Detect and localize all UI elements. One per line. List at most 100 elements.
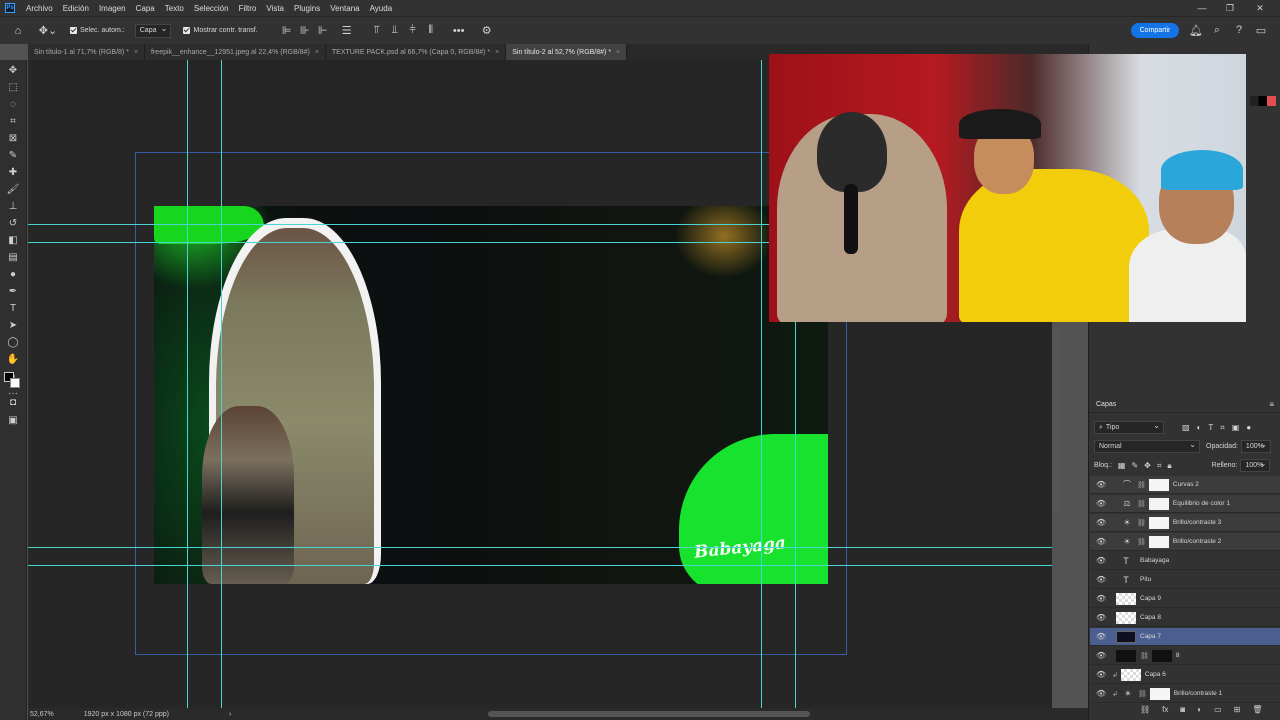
distribute-v-icon[interactable]: ⦀ — [422, 24, 440, 37]
eye-icon[interactable]: 👁︎ — [1096, 537, 1110, 546]
layer-row[interactable]: 👁︎ T Babayaga — [1090, 552, 1280, 570]
background-color-swatch[interactable] — [10, 378, 20, 388]
menu-archivo[interactable]: Archivo — [21, 4, 58, 13]
type-tool-icon[interactable]: T — [5, 301, 21, 315]
layer-row[interactable]: 👁︎ ⚖ ⛓︎ Equilibrio de color 1 — [1090, 495, 1280, 513]
new-group-icon[interactable]: ▭ — [1214, 705, 1222, 714]
eye-icon[interactable]: 👁︎ — [1096, 594, 1110, 603]
layer-row[interactable]: 👁︎ ↲ ☀ ⛓︎ Brillo/contraste 1 — [1090, 685, 1280, 703]
gear-icon[interactable]: ⚙ — [476, 24, 498, 37]
align-right-icon[interactable]: ⊩ — [314, 24, 332, 37]
align-left-icon[interactable]: ⊫ — [278, 24, 296, 37]
eraser-tool-icon[interactable]: ◧ — [5, 233, 21, 247]
layer-row[interactable]: 👁︎ ☀ ⛓︎ Brillo/contraste 3 — [1090, 514, 1280, 532]
close-window-icon[interactable]: ✕ — [1246, 0, 1274, 16]
layer-row[interactable]: 👁︎ ☀ ⛓︎ Brillo/contraste 2 — [1090, 533, 1280, 551]
move-tool-preset-icon[interactable]: ✥⌄ — [36, 24, 60, 37]
tab-sin-titulo-2[interactable]: Sin título-2 al 52,7% (RGB/8#) * × — [506, 44, 628, 60]
document-image[interactable]: Babayaga — [154, 206, 828, 584]
filter-adjustment-icon[interactable]: ◐ — [1197, 423, 1202, 432]
lock-transparency-icon[interactable]: ▦ — [1118, 461, 1126, 470]
guide-vertical[interactable] — [221, 60, 222, 708]
fill-input[interactable]: 100% — [1240, 459, 1271, 472]
filter-shape-icon[interactable]: ⌗ — [1220, 423, 1225, 433]
tab-sin-titulo-1[interactable]: Sin título-1 al 71,7% (RGB/8) * × — [28, 44, 146, 60]
guide-vertical[interactable] — [187, 60, 188, 708]
brush-tool-icon[interactable]: 🖌︎ — [5, 182, 21, 196]
eye-icon[interactable]: 👁︎ — [1096, 556, 1110, 565]
eyedropper-tool-icon[interactable]: ✎ — [5, 148, 21, 162]
new-layer-icon[interactable]: ⊞ — [1234, 705, 1241, 714]
pen-tool-icon[interactable]: ✒ — [5, 284, 21, 298]
close-icon[interactable]: × — [495, 49, 499, 56]
lock-position-icon[interactable]: ✥ — [1144, 461, 1151, 470]
eye-icon[interactable]: 👁︎ — [1096, 651, 1110, 660]
zoom-level[interactable]: 52,67% — [30, 711, 54, 718]
more-options-icon[interactable]: ••• — [448, 25, 470, 37]
layer-row[interactable]: 👁︎ Capa 8 — [1090, 609, 1280, 627]
lasso-tool-icon[interactable]: ◌ — [5, 97, 21, 111]
swatches-preview[interactable] — [1250, 96, 1276, 106]
eye-icon[interactable]: 👁︎ — [1096, 670, 1110, 679]
menu-vista[interactable]: Vista — [261, 4, 289, 13]
align-top-icon[interactable]: ⫪ — [368, 24, 386, 37]
eye-icon[interactable]: 👁︎ — [1096, 632, 1110, 641]
tab-texture-pack[interactable]: TEXTURE PACK.psd al 66,7% (Capa 0, RGB/8… — [325, 44, 507, 60]
quick-mask-icon[interactable]: ◘ — [5, 395, 21, 409]
crop-tool-icon[interactable]: ⌗ — [5, 114, 21, 128]
menu-filtro[interactable]: Filtro — [234, 4, 262, 13]
history-brush-icon[interactable]: ↺ — [5, 216, 21, 230]
status-menu-arrow[interactable]: › — [229, 711, 231, 718]
align-center-h-icon[interactable]: ⊪ — [296, 24, 314, 37]
guide-horizontal[interactable] — [28, 565, 1052, 566]
healing-brush-icon[interactable]: ✚ — [5, 165, 21, 179]
layer-row-selected[interactable]: 👁︎ Capa 7 — [1090, 628, 1280, 646]
filter-smart-icon[interactable]: ▣ — [1232, 423, 1240, 432]
layer-row[interactable]: 👁︎ T Pitu — [1090, 571, 1280, 589]
align-bottom-icon[interactable]: ⫩ — [404, 24, 422, 37]
stamp-tool-icon[interactable]: ⊥ — [5, 199, 21, 213]
filter-type-icon[interactable]: T — [1208, 423, 1213, 432]
marquee-tool-icon[interactable]: ⬚ — [5, 80, 21, 94]
close-icon[interactable]: × — [315, 49, 319, 56]
path-selection-icon[interactable]: ➤ — [5, 318, 21, 332]
minimize-icon[interactable]: — — [1188, 0, 1216, 16]
menu-capa[interactable]: Capa — [131, 4, 160, 13]
trash-icon[interactable]: 🗑︎ — [1252, 705, 1262, 714]
screen-mode-icon[interactable]: ▣ — [5, 413, 21, 427]
shape-tool-icon[interactable]: ◯ — [5, 335, 21, 349]
lock-pixels-icon[interactable]: ✎ — [1131, 461, 1138, 470]
layer-row[interactable]: 👁︎ Capa 9 — [1090, 590, 1280, 608]
layer-row[interactable]: 👁︎ ↲ Capa 6 — [1090, 666, 1280, 684]
help-icon[interactable]: ? — [1232, 24, 1246, 36]
lock-all-icon[interactable]: 🔒︎ — [1167, 461, 1171, 471]
eye-icon[interactable]: 👁︎ — [1096, 480, 1110, 489]
opacity-input[interactable]: 100% — [1240, 440, 1271, 453]
filter-toggle-icon[interactable]: ● — [1246, 423, 1251, 432]
guide-horizontal[interactable] — [28, 547, 1052, 548]
menu-seleccion[interactable]: Selección — [189, 4, 234, 13]
tab-freepik-enhance[interactable]: freepik__enhance__12951.jpeg al 22,4% (R… — [145, 44, 326, 60]
menu-edicion[interactable]: Edición — [58, 4, 94, 13]
move-tool-icon[interactable]: ✥ — [5, 63, 21, 77]
show-transform-checkbox[interactable]: Mostrar contr. transf. — [183, 27, 258, 34]
close-icon[interactable]: × — [134, 49, 138, 56]
menu-plugins[interactable]: Plugins — [289, 4, 325, 13]
fx-icon[interactable]: fx — [1162, 705, 1168, 714]
workspace-icon[interactable]: ▭ — [1254, 24, 1268, 37]
eye-icon[interactable]: 👁︎ — [1096, 689, 1110, 698]
layer-row[interactable]: 👁︎ ⛓︎ 8 — [1090, 647, 1280, 665]
eye-icon[interactable]: 👁︎ — [1096, 575, 1110, 584]
vertical-scrollbar[interactable] — [1053, 328, 1060, 510]
auto-select-dropdown[interactable]: Capa — [134, 23, 172, 38]
align-middle-v-icon[interactable]: ⫫ — [386, 24, 404, 37]
dodge-tool-icon[interactable]: ● — [5, 267, 21, 281]
panel-menu-icon[interactable]: ≡ — [1269, 400, 1274, 409]
maximize-icon[interactable]: ❐ — [1216, 0, 1244, 16]
frame-tool-icon[interactable]: ⊠ — [5, 131, 21, 145]
share-button[interactable]: Compartir — [1131, 23, 1179, 38]
auto-select-checkbox[interactable]: Selec. autom.: — [70, 27, 125, 34]
eye-icon[interactable]: 👁︎ — [1096, 499, 1110, 508]
close-icon[interactable]: × — [616, 49, 620, 56]
menu-ayuda[interactable]: Ayuda — [365, 4, 398, 13]
